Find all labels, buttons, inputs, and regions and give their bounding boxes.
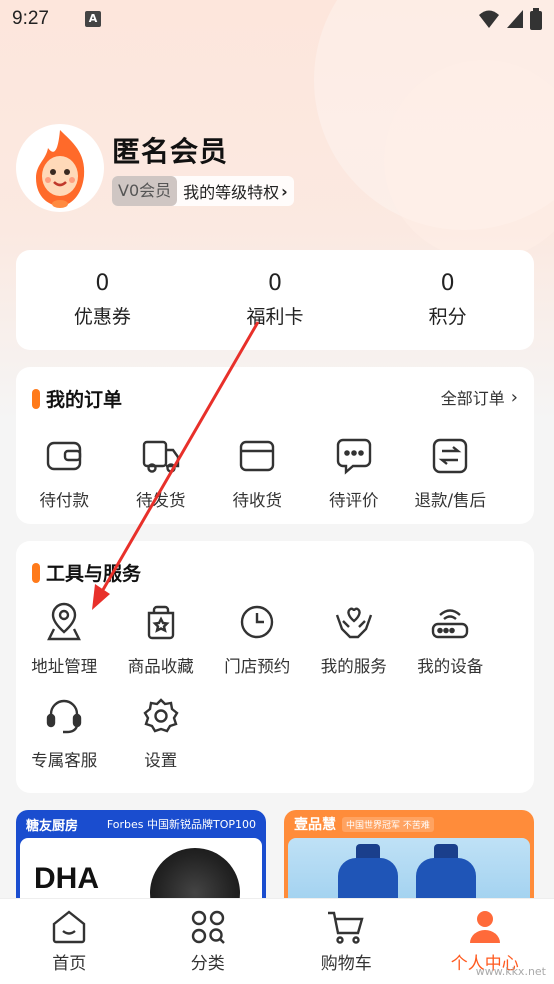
signal-icon	[507, 10, 523, 28]
chat-icon	[333, 435, 375, 477]
stat-value: 0	[95, 271, 110, 296]
tab-cart[interactable]: 购物车	[277, 899, 416, 984]
level-privileges-label: 我的等级特权	[183, 183, 280, 202]
stat-label: 优惠券	[73, 306, 131, 328]
tools-services-card: 工具与服务 地址管理 商品收藏 门店预约 我的服务 我的设备 专属客服 设置	[16, 541, 534, 793]
tool-item-label: 我的服务	[320, 657, 387, 676]
username: 匿名会员	[112, 135, 229, 168]
level-privileges-link[interactable]: 我的等级特权 ›	[177, 179, 294, 203]
wifi-icon	[479, 10, 499, 28]
status-bar: 9:27 A	[0, 0, 554, 38]
order-pending-payment[interactable]: 待付款	[16, 435, 113, 511]
tool-store-appointment[interactable]: 门店预约	[209, 601, 306, 677]
user-icon	[469, 911, 500, 943]
stat-label: 积分	[428, 306, 467, 328]
banner-header: 糖友厨房 Forbes 中国新锐品牌TOP100	[16, 810, 266, 838]
tab-label: 购物车	[320, 954, 372, 974]
title-accent-bar	[32, 562, 40, 583]
asset-stats-card: 0 优惠券 0 福利卡 0 积分	[16, 250, 534, 350]
tool-favorites[interactable]: 商品收藏	[113, 601, 210, 677]
stat-welfare-card[interactable]: 0 福利卡	[189, 250, 362, 350]
tools-grid: 地址管理 商品收藏 门店预约 我的服务 我的设备 专属客服 设置	[16, 601, 534, 771]
cart-icon	[328, 911, 364, 944]
clock-icon	[236, 601, 278, 643]
tool-address-management[interactable]: 地址管理	[16, 601, 113, 677]
tool-customer-service[interactable]: 专属客服	[16, 695, 113, 771]
refund-icon	[429, 435, 471, 477]
title-accent-bar	[32, 388, 40, 409]
tool-item-label: 商品收藏	[127, 657, 194, 676]
stat-value: 0	[440, 271, 455, 296]
tool-item-label: 设置	[144, 751, 178, 770]
order-item-label: 退款/售后	[414, 491, 487, 510]
all-orders-label: 全部订单	[440, 389, 505, 408]
bottom-tab-bar: 首页 分类 购物车 个人中心	[0, 898, 554, 984]
settings-icon	[140, 695, 182, 737]
stat-value: 0	[268, 271, 282, 296]
orders-grid: 待付款 待发货 待收货 待评价 退款/售后	[16, 435, 534, 511]
member-level-badge: V0会员	[112, 176, 178, 206]
banner-product-text: DHA	[34, 862, 99, 895]
watermark: www.kkx.net	[475, 965, 546, 978]
order-pending-shipment[interactable]: 待发货	[113, 435, 210, 511]
tab-label: 分类	[190, 954, 225, 974]
tool-item-label: 地址管理	[31, 657, 98, 676]
tool-item-label: 专属客服	[31, 751, 98, 770]
favorite-bag-icon	[140, 601, 182, 643]
heart-hands-icon	[333, 601, 375, 643]
member-level-row[interactable]: V0会员 我的等级特权 ›	[112, 176, 294, 206]
banner-tag: 中国世界冠军 不苦难	[342, 816, 434, 832]
avatar[interactable]	[16, 124, 104, 212]
status-icons	[478, 8, 542, 30]
chevron-right-icon: ›	[510, 386, 518, 408]
box-icon	[236, 435, 278, 477]
promo-banner-right[interactable]: 壹品慧 中国世界冠军 不苦难	[284, 810, 534, 910]
tool-settings[interactable]: 设置	[113, 695, 210, 771]
status-time: 9:27	[12, 8, 49, 29]
banner-header: 壹品慧 中国世界冠军 不苦难	[284, 810, 534, 838]
home-icon	[53, 910, 86, 944]
banner-tag: Forbes 中国新锐品牌TOP100	[106, 818, 256, 831]
tool-item-label: 我的设备	[417, 657, 484, 676]
tab-label: 首页	[52, 954, 87, 974]
notification-a-icon: A	[84, 11, 101, 27]
stat-label: 福利卡	[246, 306, 304, 328]
promo-banner-left[interactable]: 糖友厨房 Forbes 中国新锐品牌TOP100 DHA	[16, 810, 266, 910]
my-orders-card: 我的订单 全部订单 › 待付款 待发货 待收货 待评价 退款/售后	[16, 367, 534, 524]
tool-my-devices[interactable]: 我的设备	[402, 601, 499, 677]
truck-icon	[140, 435, 182, 477]
banner-brand: 壹品慧	[294, 817, 336, 833]
stat-coupons[interactable]: 0 优惠券	[16, 250, 189, 350]
banner-brand: 糖友厨房	[26, 818, 79, 834]
tools-section-title: 工具与服务	[32, 559, 141, 586]
order-item-label: 待评价	[329, 491, 379, 510]
tools-title-label: 工具与服务	[46, 563, 142, 585]
orders-title-label: 我的订单	[46, 389, 123, 411]
orders-section-title: 我的订单	[32, 385, 122, 412]
stat-points[interactable]: 0 积分	[361, 250, 534, 350]
tool-my-services[interactable]: 我的服务	[306, 601, 403, 677]
tool-item-label: 门店预约	[224, 657, 291, 676]
tab-category[interactable]: 分类	[139, 899, 278, 984]
headset-icon	[43, 695, 85, 737]
order-item-label: 待发货	[136, 491, 186, 510]
wallet-icon	[43, 435, 85, 477]
mascot-flame-icon	[36, 130, 85, 208]
location-icon	[43, 601, 85, 643]
category-icon	[191, 910, 225, 944]
battery-icon	[530, 8, 542, 30]
router-icon	[429, 601, 471, 643]
order-pending-review[interactable]: 待评价	[306, 435, 403, 511]
order-pending-receipt[interactable]: 待收货	[209, 435, 306, 511]
chevron-right-icon: ›	[281, 181, 288, 201]
order-refund-aftersale[interactable]: 退款/售后	[402, 435, 499, 511]
all-orders-link[interactable]: 全部订单 ›	[441, 385, 518, 409]
tab-home[interactable]: 首页	[0, 899, 139, 984]
order-item-label: 待收货	[232, 491, 283, 510]
order-item-label: 待付款	[39, 491, 90, 510]
profile-header: 匿名会员 V0会员 我的等级特权 ›	[16, 124, 294, 212]
